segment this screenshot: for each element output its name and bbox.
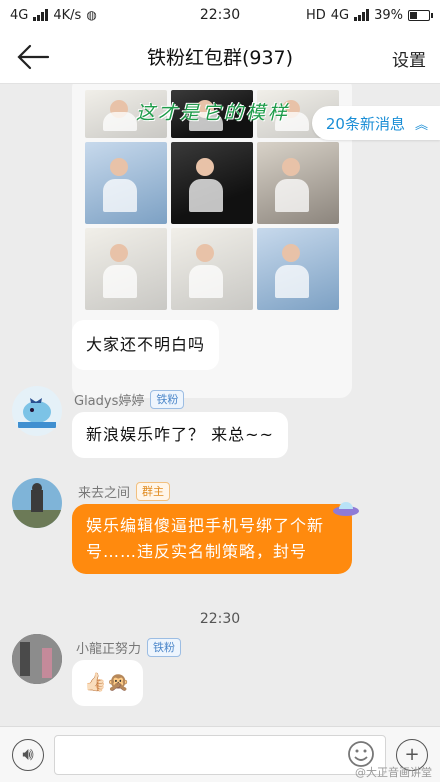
voice-icon: 🔊︎ bbox=[22, 744, 34, 765]
network-label: 4G bbox=[10, 7, 29, 23]
message-text: 新浪娱乐咋了？ 来总~~ bbox=[86, 425, 274, 444]
settings-button[interactable]: 设置 bbox=[392, 46, 426, 71]
photo bbox=[85, 142, 167, 224]
sender-name: 来去之间 bbox=[78, 486, 131, 501]
voice-button[interactable]: 🔊︎ bbox=[12, 738, 44, 771]
network-label-2: 4G bbox=[330, 7, 350, 23]
message-text: 👍🏻🙊 bbox=[84, 672, 131, 693]
avatar-image bbox=[12, 634, 62, 684]
sender-name: 小龍正努力 bbox=[76, 642, 142, 657]
photo bbox=[171, 228, 253, 310]
chat-area[interactable]: 这才是它的模样 20条新消息 ︽ 大家还不明白吗 Gladys婷婷 铁粉 新浪娱… bbox=[0, 84, 440, 726]
photo bbox=[257, 142, 339, 224]
photo bbox=[257, 228, 339, 310]
network-speed: 4K/s bbox=[53, 7, 82, 23]
ufo-sticker-icon bbox=[332, 498, 360, 524]
time-separator: 22:30 bbox=[199, 611, 241, 627]
signal-icon-2 bbox=[354, 9, 370, 21]
avatar-image bbox=[18, 398, 56, 428]
sender-row: 小龍正努力 铁粉 bbox=[76, 638, 182, 657]
avatar[interactable] bbox=[12, 478, 62, 528]
message-bubble[interactable]: 娱乐编辑傻逼把手机号绑了个新号……违反实名制策略，封号 bbox=[72, 504, 352, 574]
member-tag: 铁粉 bbox=[150, 390, 185, 409]
battery-percent: 39% bbox=[374, 7, 403, 23]
photo bbox=[85, 228, 167, 310]
sender-name: Gladys婷婷 bbox=[74, 394, 145, 409]
chevron-up-icon: ︽ bbox=[414, 117, 428, 133]
image-caption: 这才是它的模样 bbox=[136, 102, 291, 124]
message-input[interactable] bbox=[54, 734, 386, 775]
avatar[interactable] bbox=[12, 386, 62, 436]
status-right: HD 4G 39% bbox=[305, 7, 433, 23]
back-arrow-icon bbox=[17, 44, 50, 70]
input-bar: 🔊︎ + @大正音画讲堂 bbox=[0, 726, 440, 782]
member-tag: 铁粉 bbox=[147, 638, 182, 657]
status-bar: 4G 4K/s ◍ 22:30 HD 4G 39% bbox=[0, 0, 440, 30]
photo bbox=[171, 142, 253, 224]
owner-tag: 群主 bbox=[136, 482, 171, 501]
battery-icon bbox=[408, 9, 433, 21]
status-left: 4G 4K/s ◍ bbox=[10, 8, 97, 23]
avatar[interactable] bbox=[12, 634, 62, 684]
message-bubble[interactable]: 👍🏻🙊 bbox=[72, 660, 143, 706]
back-button[interactable] bbox=[16, 42, 50, 72]
hotspot-icon: ◍ bbox=[86, 8, 97, 22]
avatar-image bbox=[12, 483, 62, 528]
watermark: @大正音画讲堂 bbox=[355, 766, 432, 779]
new-messages-button[interactable]: 20条新消息 ︽ bbox=[311, 106, 440, 140]
sender-row: Gladys婷婷 铁粉 bbox=[74, 390, 185, 409]
nav-bar: 铁粉红包群(937) 设置 bbox=[0, 30, 440, 84]
sender-row: 来去之间 群主 bbox=[78, 482, 171, 501]
chat-title: 铁粉红包群(937) bbox=[146, 47, 294, 69]
new-messages-label: 20条新消息 bbox=[325, 114, 405, 133]
message-bubble[interactable]: 新浪娱乐咋了？ 来总~~ bbox=[72, 412, 288, 458]
message-text: 大家还不明白吗 bbox=[86, 335, 206, 354]
plus-icon: + bbox=[404, 744, 420, 765]
message-bubble[interactable]: 大家还不明白吗 bbox=[72, 320, 220, 370]
hd-label: HD bbox=[305, 7, 326, 23]
message-text: 娱乐编辑傻逼把手机号绑了个新号……违反实名制策略，封号 bbox=[86, 516, 325, 561]
signal-icon bbox=[33, 9, 49, 21]
